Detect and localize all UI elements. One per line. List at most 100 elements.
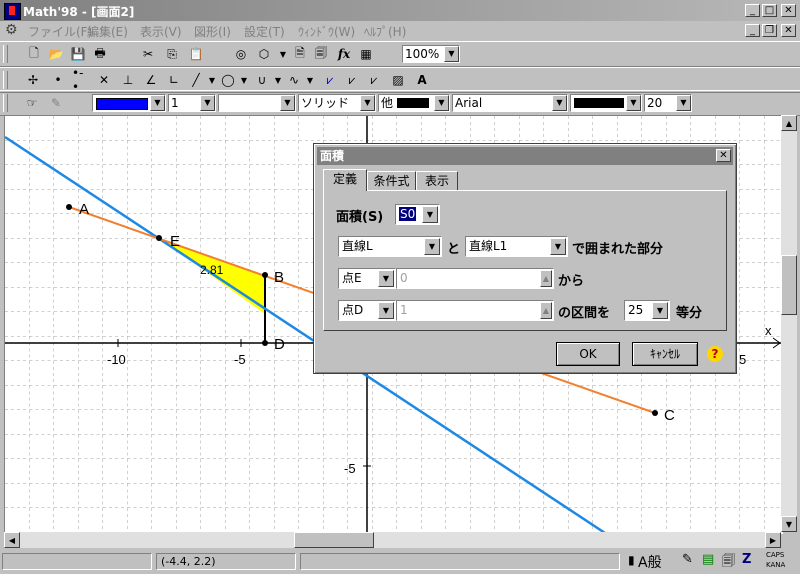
parabola-dropdown-icon[interactable]: ▼	[270, 72, 286, 88]
chevron-down-icon[interactable]: ▼	[422, 206, 438, 223]
tray-icon-tools[interactable]: ✎	[682, 552, 693, 567]
dialog-close-button[interactable]: ✕	[716, 149, 731, 162]
scroll-left-button[interactable]: ◀	[4, 532, 20, 548]
horizontal-scrollbar[interactable]: ◀ ▶	[4, 532, 781, 548]
area-name-select[interactable]: S0 ▼	[395, 204, 440, 225]
paste-icon[interactable]: 📋	[188, 46, 204, 62]
ok-button[interactable]: OK	[556, 342, 620, 366]
scroll-down-button[interactable]: ▼	[781, 516, 797, 532]
doc-icon[interactable]: 🗎	[292, 46, 308, 62]
tray-icon-doc[interactable]: 🗐	[722, 552, 735, 574]
line2-select[interactable]: 直線L1 ▼	[465, 236, 568, 257]
intersection-tool-icon[interactable]: ✕	[96, 72, 112, 88]
scroll-thumb[interactable]	[781, 255, 797, 315]
shapes-icon[interactable]: ⬡	[256, 46, 272, 62]
right-angle-tool-icon[interactable]: ∟	[166, 72, 182, 88]
point-a[interactable]	[66, 204, 72, 210]
pen-icon[interactable]: ✎	[48, 95, 64, 111]
tab-display[interactable]: 表示	[416, 171, 458, 191]
zoom-select[interactable]: 100% ▼	[402, 45, 460, 63]
line-width-select[interactable]: 1 ▼	[168, 94, 216, 112]
app-icon[interactable]	[4, 3, 21, 20]
fill-color-select[interactable]: 他 ▼	[378, 94, 450, 112]
menu-view[interactable]: 表示(V)	[140, 23, 182, 40]
chevron-down-icon[interactable]: ▼	[378, 302, 394, 319]
graph-check-tool-icon[interactable]: ⩗	[366, 72, 382, 88]
line-style-select[interactable]: ソリッド ▼	[298, 94, 376, 112]
circle-tool-icon[interactable]: ◯	[220, 72, 236, 88]
chevron-down-icon[interactable]: ▼	[424, 238, 440, 255]
open-folder-icon[interactable]: 📂	[48, 46, 64, 62]
axis-tool-icon[interactable]: ✢	[25, 72, 41, 88]
text-color-select[interactable]: ▼	[570, 94, 642, 112]
point-tool-icon[interactable]: •	[50, 72, 66, 88]
perpendicular-tool-icon[interactable]: ⊥	[120, 72, 136, 88]
chevron-down-icon[interactable]: ▼	[360, 95, 375, 111]
line-tool-icon[interactable]: ╱	[188, 72, 204, 88]
menu-edit[interactable]: 編集(E)	[87, 23, 128, 40]
point-b[interactable]	[262, 272, 268, 278]
tab-definition[interactable]: 定義	[323, 169, 367, 191]
from-value-input[interactable]: 0 ▲	[396, 268, 554, 289]
menu-file[interactable]: ファイル(F)	[28, 23, 92, 40]
function-icon[interactable]: fx	[336, 46, 352, 62]
vertical-scrollbar[interactable]: ▲ ▼	[781, 115, 797, 532]
line-color-select[interactable]: ▼	[92, 94, 166, 112]
tray-icon-bar[interactable]: ▮	[628, 553, 635, 567]
tray-icon-dict[interactable]: ▤	[702, 552, 714, 567]
line1-select[interactable]: 直線L ▼	[338, 236, 442, 257]
from-point-select[interactable]: 点E ▼	[338, 268, 396, 289]
point-d[interactable]	[262, 340, 268, 346]
menu-shape[interactable]: 図形(I)	[194, 23, 231, 40]
menu-settings[interactable]: 設定(T)	[244, 23, 285, 40]
chevron-down-icon[interactable]: ▼	[280, 95, 295, 111]
menu-window[interactable]: ｳｨﾝﾄﾞｳ(W)	[298, 23, 355, 40]
to-point-select[interactable]: 点D ▼	[338, 300, 396, 321]
chevron-down-icon[interactable]: ▼	[434, 95, 449, 111]
point-c[interactable]	[652, 410, 658, 416]
to-value-input[interactable]: 1 ▲	[396, 300, 554, 321]
angle-tool-icon[interactable]: ∠	[143, 72, 159, 88]
chevron-down-icon[interactable]: ▼	[626, 95, 641, 111]
chevron-down-icon[interactable]: ▼	[200, 95, 215, 111]
hatch-tool-icon[interactable]: ▨	[390, 72, 406, 88]
curve-tool-icon[interactable]: ∿	[286, 72, 302, 88]
chevron-down-icon[interactable]: ▼	[550, 238, 566, 255]
scroll-up-button[interactable]: ▲	[781, 115, 797, 131]
spin-up-icon[interactable]: ▲	[540, 302, 552, 319]
text-tool-icon[interactable]: A	[414, 72, 430, 88]
parabola-tool-icon[interactable]: ∪	[254, 72, 270, 88]
tray-icon-ime[interactable]: A般	[638, 552, 662, 572]
divisions-select[interactable]: 25 ▼	[624, 300, 670, 321]
chevron-down-icon[interactable]: ▼	[652, 302, 668, 319]
chevron-down-icon[interactable]: ▼	[552, 95, 567, 111]
point-e[interactable]	[156, 235, 162, 241]
font-select[interactable]: Arial ▼	[452, 94, 568, 112]
midpoint-tool-icon[interactable]: •-•	[72, 66, 88, 94]
cut-icon[interactable]: ✂	[140, 46, 156, 62]
child-restore-button[interactable]: ❐	[762, 24, 777, 37]
table-icon[interactable]: ▦	[358, 46, 374, 62]
close-button[interactable]: ✕	[781, 4, 796, 17]
print-icon[interactable]: 🖶	[92, 46, 108, 62]
tray-icon-help[interactable]: Z	[742, 552, 751, 567]
fill-select[interactable]: ▼	[218, 94, 296, 112]
derivative-tool-icon[interactable]: ⩗	[344, 72, 360, 88]
shapes-dropdown-icon[interactable]: ▼	[275, 46, 291, 62]
scroll-right-button[interactable]: ▶	[765, 532, 781, 548]
help-icon[interactable]: ?	[707, 346, 723, 362]
scroll-thumb[interactable]	[294, 532, 374, 548]
save-icon[interactable]: 💾	[70, 46, 86, 62]
copy-icon[interactable]: ⎘	[164, 46, 180, 62]
chevron-down-icon[interactable]: ▼	[150, 95, 165, 111]
curve-dropdown-icon[interactable]: ▼	[302, 72, 318, 88]
pages-icon[interactable]: 🗐	[313, 46, 329, 62]
minimize-button[interactable]: _	[745, 4, 760, 17]
circle-dropdown-icon[interactable]: ▼	[236, 72, 252, 88]
tab-conditions[interactable]: 条件式	[367, 171, 416, 191]
spin-up-icon[interactable]: ▲	[540, 270, 552, 287]
child-close-button[interactable]: ✕	[781, 24, 796, 37]
chevron-down-icon[interactable]: ▼	[444, 46, 459, 62]
new-file-icon[interactable]: 🗋	[26, 46, 42, 62]
maximize-button[interactable]: □	[762, 4, 777, 17]
